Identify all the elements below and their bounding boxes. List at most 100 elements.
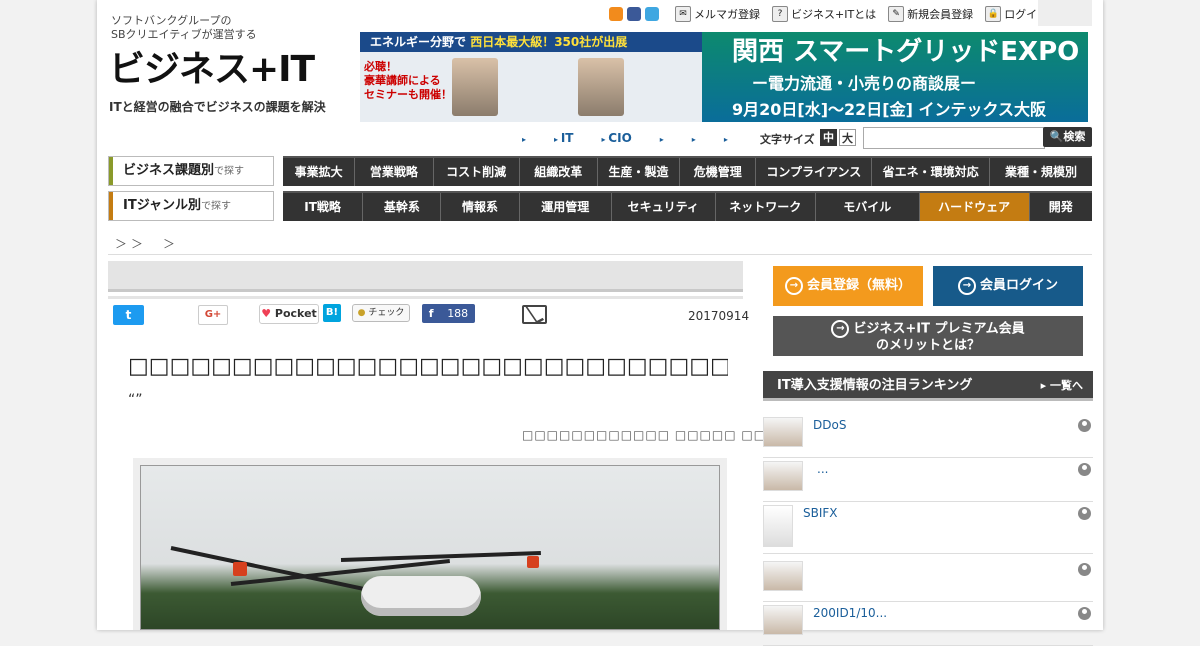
font-size-large-button[interactable]: 大 [839, 129, 856, 146]
sub-nav-item[interactable] [660, 131, 664, 145]
banner-date: 9月20日[水]〜22日[金] インテックス大阪 [732, 100, 1047, 119]
lock-icon: 🔒 [985, 6, 1002, 22]
ranking-item[interactable] [763, 558, 1093, 602]
banner-subtitle: ー電力流通・小売りの商談展ー [752, 74, 977, 93]
site-logo[interactable]: ビジネス+IT [109, 50, 315, 90]
facebook-share-button[interactable]: f 188 [422, 304, 475, 323]
speaker-photo [578, 58, 624, 116]
drone-photo [140, 465, 720, 630]
nav-item[interactable]: 営業戦略 [355, 158, 434, 186]
ranking-item[interactable]: SBIFX [763, 502, 1093, 554]
user-icon [1078, 419, 1091, 432]
banner-left: エネルギー分野で 西日本最大級！350社が出展 必聴！ 豪華講師による セミナー… [360, 32, 702, 122]
member-login-button[interactable]: → 会員ログイン [933, 266, 1083, 306]
business-category-label: ビジネス課題別で探す [108, 156, 274, 186]
article-author: □□□□□□□□□□□□ □□□□□ □□ □□ [522, 428, 796, 442]
nav-item[interactable]: セキュリティ [612, 193, 716, 221]
nav-item[interactable]: ネットワーク [716, 193, 816, 221]
nav-item[interactable]: 情報系 [441, 193, 520, 221]
nav-item[interactable]: 組織改革 [520, 158, 598, 186]
sub-nav-item[interactable]: IT [554, 131, 574, 145]
article-subtitle: “” [128, 392, 143, 408]
premium-member-button[interactable]: → ビジネス+IT プレミアム会員 のメリットとは？ [773, 316, 1083, 356]
ranking-thumbnail [763, 417, 803, 447]
register-link[interactable]: ✎ 新規会員登録 [888, 6, 973, 22]
corner-box [1038, 0, 1092, 26]
sub-nav-item[interactable]: CIO [601, 131, 631, 145]
nav-item[interactable]: コスト削減 [434, 158, 520, 186]
ranking-more-link[interactable]: ▸ 一覧へ [1041, 371, 1083, 401]
banner-seminar-text: 必聴！ 豪華講師による セミナーも開催！ [364, 60, 452, 101]
rss-icon[interactable] [609, 7, 623, 21]
sub-nav-item[interactable] [522, 131, 526, 145]
banner-topbar: エネルギー分野で 西日本最大級！350社が出展 [360, 32, 702, 52]
nav-item[interactable]: 基幹系 [363, 193, 442, 221]
sub-nav-item[interactable] [724, 131, 728, 145]
user-icon [1078, 563, 1091, 576]
nav-item[interactable]: 業種・規模別 [990, 158, 1092, 186]
search-input[interactable] [863, 127, 1045, 149]
business-category-nav: 事業拡大 営業戦略 コスト削減 組織改革 生産・製造 危機管理 コンプライアンス… [283, 156, 1092, 186]
ranking-item[interactable]: 200ID1/10... [763, 602, 1093, 646]
facebook-icon[interactable] [627, 7, 641, 21]
sub-nav: IT CIO [522, 131, 728, 145]
hatena-bookmark-button[interactable]: B! [323, 304, 341, 322]
help-icon: ? [772, 6, 788, 22]
ranking-header: IT導入支援情報の注目ランキング ▸ 一覧へ [763, 371, 1093, 401]
breadcrumb[interactable]: ＞＞ ＞ [115, 235, 179, 252]
share-bar: t G+ ♥ Pocket B! ● チェック f 188 20170914 [108, 296, 749, 333]
nav-item-active[interactable]: ハードウェア [919, 193, 1030, 221]
banner-right: 関西 スマートグリッドEXPO ー電力流通・小売りの商談展ー 9月20日[水]〜… [702, 32, 1088, 122]
banner-title: 関西 スマートグリッドEXPO [732, 37, 1080, 67]
edit-icon: ✎ [888, 6, 905, 22]
check-icon: ● [357, 308, 366, 318]
nav-item[interactable]: コンプライアンス [756, 158, 873, 186]
nav-item[interactable]: 生産・製造 [598, 158, 681, 186]
user-icon [1078, 607, 1091, 620]
article-category-bar [108, 261, 743, 292]
ranking-thumbnail [763, 605, 803, 635]
nav-item[interactable]: 事業拡大 [283, 158, 356, 186]
divider [108, 254, 1092, 255]
pocket-button[interactable]: ♥ Pocket [259, 304, 319, 324]
arrow-right-icon: → [784, 276, 803, 295]
gplus-share-button[interactable]: G+ [198, 305, 228, 325]
arrow-right-icon: → [957, 276, 976, 295]
header-links: ✉ メルマガ登録 ? ビジネス+ITとは ✎ 新規会員登録 🔒 ログイン [609, 6, 1048, 22]
article-image-frame [133, 458, 727, 630]
article-date: 20170914 [688, 309, 750, 323]
logo-subtitle: ITと経営の融合でビジネスの課題を解決 [109, 100, 326, 114]
ranking-thumbnail [763, 561, 803, 591]
search-icon: 🔍 [1049, 130, 1064, 143]
nav-item[interactable]: モバイル [816, 193, 920, 221]
it-category-label: ITジャンル別で探す [108, 191, 274, 221]
user-icon [1078, 507, 1091, 520]
twitter-icon: t [125, 308, 132, 322]
font-size-medium-button[interactable]: 中 [820, 129, 837, 146]
twitter-share-button[interactable]: t [113, 305, 144, 325]
sub-nav-item[interactable] [692, 131, 696, 145]
facebook-icon: f [428, 307, 434, 320]
nav-item[interactable]: IT戦略 [283, 193, 364, 221]
mixi-check-button[interactable]: ● チェック [352, 304, 410, 322]
nav-item[interactable]: 省エネ・環境対応 [872, 158, 991, 186]
page: ソフトバンクグループの SBクリエイティブが運営する ビジネス+IT ITと経営… [97, 0, 1103, 646]
ranking-thumbnail [763, 461, 803, 491]
about-link[interactable]: ? ビジネス+ITとは [772, 6, 876, 22]
pocket-icon: ♥ [261, 307, 272, 320]
mailmag-link[interactable]: ✉ メルマガ登録 [675, 6, 760, 22]
arrow-right-icon: → [831, 320, 850, 338]
ranking-item[interactable]: DDoS [763, 414, 1093, 458]
search-button[interactable]: 🔍検索 [1043, 127, 1092, 147]
nav-item[interactable]: 危機管理 [680, 158, 757, 186]
twitter-icon[interactable] [645, 7, 659, 21]
font-size-label: 文字サイズ [760, 133, 815, 146]
speaker-photo [452, 58, 498, 116]
ad-banner[interactable]: エネルギー分野で 西日本最大級！350社が出展 必聴！ 豪華講師による セミナー… [360, 32, 1088, 122]
nav-item[interactable]: 運用管理 [520, 193, 612, 221]
mail-share-icon[interactable] [522, 305, 547, 324]
member-register-button[interactable]: → 会員登録（無料） [773, 266, 923, 306]
nav-item[interactable]: 開発 [1030, 193, 1092, 221]
ranking-item[interactable]: ... [763, 458, 1093, 502]
mail-icon: ✉ [675, 6, 691, 22]
